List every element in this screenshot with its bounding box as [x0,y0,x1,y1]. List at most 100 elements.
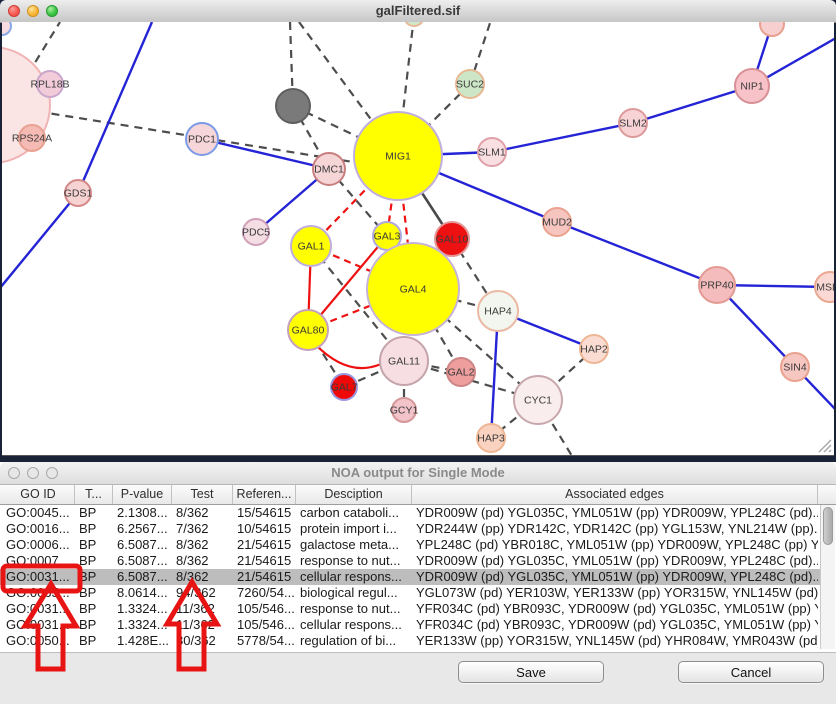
cell-type: BP [75,617,113,633]
table-row[interactable]: GO:0065...BP8.0614...94/3627260/54...bio… [0,585,820,601]
cell-go_id: GO:0031... [2,601,75,617]
graph-edge [78,22,152,193]
graph-node-corner-left[interactable] [2,22,11,35]
minimize-icon[interactable] [27,467,39,479]
cell-test: 8/362 [172,569,233,585]
cell-description: biological regul... [296,585,412,601]
network-canvas[interactable]: RPL18BRPS24AGDS1PDC1DMC1MIG1SUC2SLM1SLM2… [2,22,834,456]
table-row[interactable]: GO:0045...BP2.1308...8/36215/54615carbon… [0,505,820,521]
cell-go_id: GO:0050... [2,633,75,649]
cell-go_id: GO:0016... [2,521,75,537]
close-icon[interactable] [8,5,20,17]
column-header-p-value[interactable]: P-value [113,485,172,504]
cell-test: 8/362 [172,553,233,569]
graph-node-label: HAP4 [484,306,512,318]
graph-node-top-green[interactable] [404,22,424,26]
zoom-icon[interactable] [46,467,58,479]
table-row[interactable]: GO:0016...BP6.2567...7/36210/54615protei… [0,521,820,537]
noa-window-titlebar[interactable]: NOA output for Single Mode [0,462,836,485]
cell-description: protein import i... [296,521,412,537]
table-row[interactable]: GO:0031...BP1.3324...11/362105/546...cel… [0,617,820,633]
cell-reference: 15/54615 [233,505,296,521]
cell-edges: YGL073W (pd) YER103W, YER133W (pp) YOR31… [412,585,818,601]
cell-description: galactose meta... [296,537,412,553]
cell-description: cellular respons... [296,617,412,633]
cell-go_id: GO:0006... [2,537,75,553]
cell-type: BP [75,569,113,585]
noa-output-window: NOA output for Single Mode GO IDT...P-va… [0,462,836,704]
graph-node-label: MIG1 [385,151,411,163]
graph-node-label: GAL80 [292,325,325,337]
graph-edge [633,86,752,123]
close-icon[interactable] [8,467,20,479]
graph-edge [2,193,78,288]
column-header-referen[interactable]: Referen... [233,485,296,504]
graph-node-label: GAL2 [448,367,475,379]
cell-test: 8/362 [172,537,233,553]
cell-edges: YFR034C (pd) YBR093C, YDR009W (pd) YGL03… [412,601,818,617]
cell-reference: 105/546... [233,601,296,617]
scrollbar-thumb[interactable] [823,507,833,545]
cell-p_value: 8.0614... [113,585,172,601]
zoom-icon[interactable] [46,5,58,17]
cell-reference: 7260/54... [233,585,296,601]
cell-test: 7/362 [172,521,233,537]
cell-description: carbon cataboli... [296,505,412,521]
graph-node-label: GAL10 [436,234,469,246]
table-scrollbar[interactable] [820,505,835,649]
column-header-test[interactable]: Test [172,485,233,504]
graph-node-label: PDC1 [188,134,216,146]
graph-node-corner-pink[interactable] [760,22,784,36]
cell-type: BP [75,585,113,601]
graph-node-label: SUC2 [456,79,484,91]
cell-go_id: GO:0007... [2,553,75,569]
results-table-header: GO IDT...P-valueTestReferen...Desciption… [0,484,836,505]
column-header-go-id[interactable]: GO ID [2,485,75,504]
resize-grip-icon[interactable] [818,439,832,453]
cell-edges: YDR009W (pd) YGL035C, YML051W (pp) YDR00… [412,569,818,585]
table-row[interactable]: GO:0006...BP6.5087...8/36221/54615galact… [0,537,820,553]
cell-type: BP [75,505,113,521]
cell-test: 8/362 [172,505,233,521]
graph-edge [492,123,633,152]
graph-node-label: NIP1 [740,81,764,93]
graph-node-label: SLM2 [619,118,647,130]
cell-reference: 21/54615 [233,569,296,585]
cell-reference: 21/54615 [233,537,296,553]
network-window-titlebar[interactable]: galFiltered.sif [0,0,836,23]
table-row[interactable]: GO:0007...BP6.5087...8/36221/54615respon… [0,553,820,569]
table-row[interactable]: GO:0031...BP6.5087...8/36221/54615cellul… [0,569,820,585]
cell-p_value: 6.5087... [113,537,172,553]
minimize-icon[interactable] [27,5,39,17]
cell-reference: 105/546... [233,617,296,633]
graph-node-label: PDC5 [242,227,270,239]
cell-type: BP [75,537,113,553]
table-row[interactable]: GO:0050...BP1.428E...80/3625778/54...reg… [0,633,820,649]
cell-description: cellular respons... [296,569,412,585]
column-header-desciption[interactable]: Desciption [296,485,412,504]
graph-node-label: PRP40 [700,280,733,292]
cell-edges: YDR009W (pd) YGL035C, YML051W (pp) YDR00… [412,553,818,569]
graph-node-label: SIN4 [783,362,807,374]
table-row[interactable]: GO:0031...BP1.3324...11/362105/546...res… [0,601,820,617]
graph-node-label: DMC1 [314,164,344,176]
cell-p_value: 1.428E... [113,633,172,649]
cell-p_value: 1.3324... [113,601,172,617]
graph-node-label: GDS1 [64,188,93,200]
cell-description: response to nut... [296,601,412,617]
graph-node-label: GAL11 [388,356,420,368]
save-button[interactable]: Save [458,661,604,683]
column-header-associated-edges[interactable]: Associated edges [412,485,818,504]
graph-node-label: HAP3 [477,433,505,445]
graph-node-label: GAL1 [298,241,325,253]
graph-node-label: MSL1 [816,282,834,294]
column-header-t[interactable]: T... [75,485,113,504]
graph-node-label: MUD2 [542,217,572,229]
graph-node-gray-node[interactable] [276,89,310,123]
cell-type: BP [75,633,113,649]
cell-description: response to nut... [296,553,412,569]
cell-edges: YFR034C (pd) YBR093C, YDR009W (pd) YGL03… [412,617,818,633]
cell-p_value: 6.5087... [113,569,172,585]
cancel-button[interactable]: Cancel [678,661,824,683]
graph-node-label: GCY1 [390,405,419,417]
